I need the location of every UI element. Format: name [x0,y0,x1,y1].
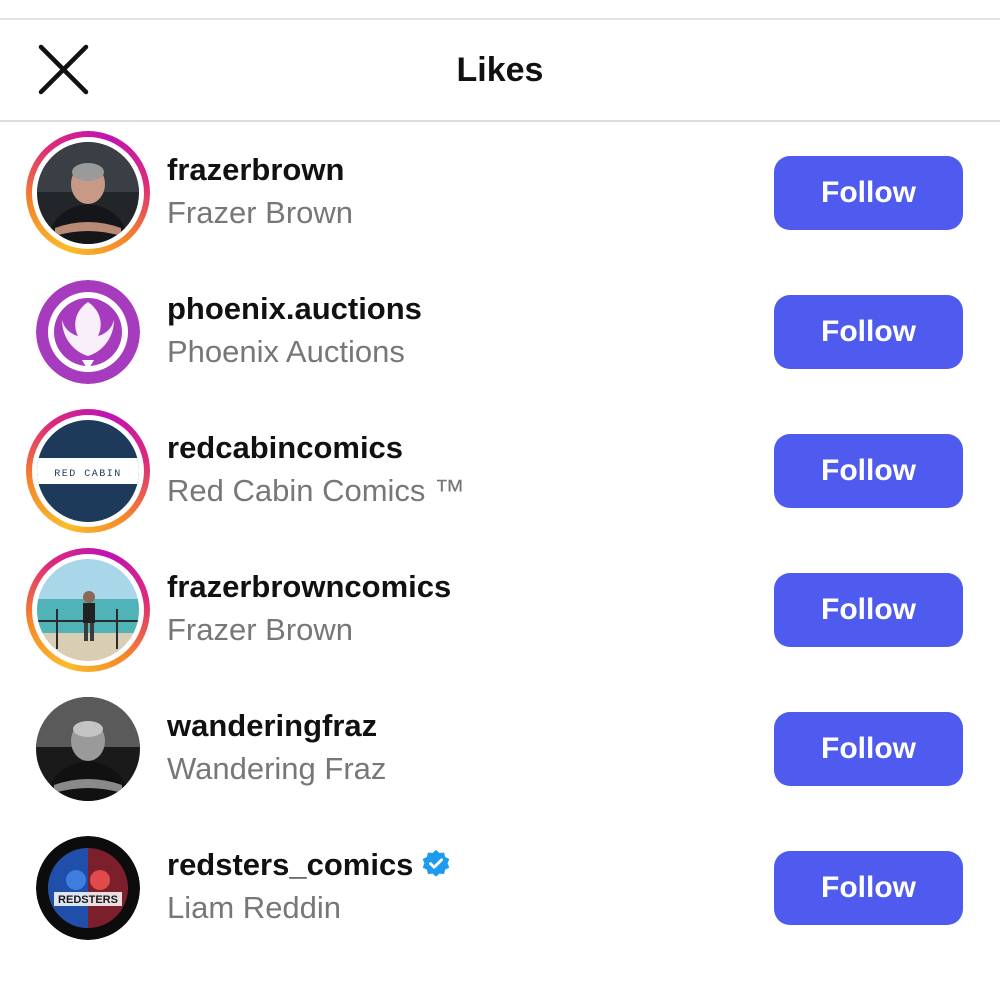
full-name: Red Cabin Comics ™ [167,473,466,508]
close-button[interactable] [30,40,96,100]
avatar: RED CABIN [37,420,139,522]
avatar-story-ring[interactable] [26,548,150,672]
full-name: Liam Reddin [167,890,342,925]
full-name: Frazer Brown [167,195,354,230]
avatar-logo-text: REDSTERS [58,894,118,906]
full-name: Wandering Fraz [167,751,387,786]
page-title: Likes [456,51,544,89]
follow-button[interactable]: Follow [774,573,963,647]
avatar-story-ring[interactable] [26,131,150,255]
username[interactable]: frazerbrowncomics [167,569,451,605]
list-item[interactable]: wanderingfraz Wandering Fraz Follow [0,680,1000,819]
close-icon [38,44,89,95]
follow-button[interactable]: Follow [774,295,963,369]
follow-button[interactable]: Follow [774,156,963,230]
full-name: Phoenix Auctions [167,334,405,369]
follow-button[interactable]: Follow [774,851,963,925]
follow-button[interactable]: Follow [774,434,963,508]
username[interactable]: phoenix.auctions [167,291,422,327]
avatar [37,142,139,244]
username[interactable]: wanderingfraz [167,708,377,744]
avatar[interactable] [36,697,140,801]
username[interactable]: redcabincomics [167,430,403,466]
list-item[interactable]: frazerbrown Frazer Brown Follow [0,124,1000,263]
username-text: redsters_comics [167,847,414,882]
avatar-logo-text: RED CABIN [54,469,122,480]
header: Likes [0,20,1000,122]
list-item[interactable]: RED CABIN redcabincomics Red Cabin Comic… [0,402,1000,541]
avatar-story-ring[interactable]: RED CABIN [26,409,150,533]
avatar[interactable]: REDSTERS [36,836,140,940]
list-item[interactable]: frazerbrowncomics Frazer Brown Follow [0,541,1000,680]
full-name: Frazer Brown [167,612,354,647]
follow-button[interactable]: Follow [774,712,963,786]
username[interactable]: frazerbrown [167,152,344,188]
list-item[interactable]: phoenix.auctions Phoenix Auctions Follow [0,263,1000,402]
likes-list: frazerbrown Frazer Brown Follow phoenix.… [0,124,1000,958]
verified-badge-icon [423,850,450,877]
list-item[interactable]: REDSTERS redsters_comics Liam Reddin Fol… [0,819,1000,958]
avatar[interactable] [36,280,140,384]
avatar [37,559,139,661]
username[interactable]: redsters_comics [167,847,451,883]
